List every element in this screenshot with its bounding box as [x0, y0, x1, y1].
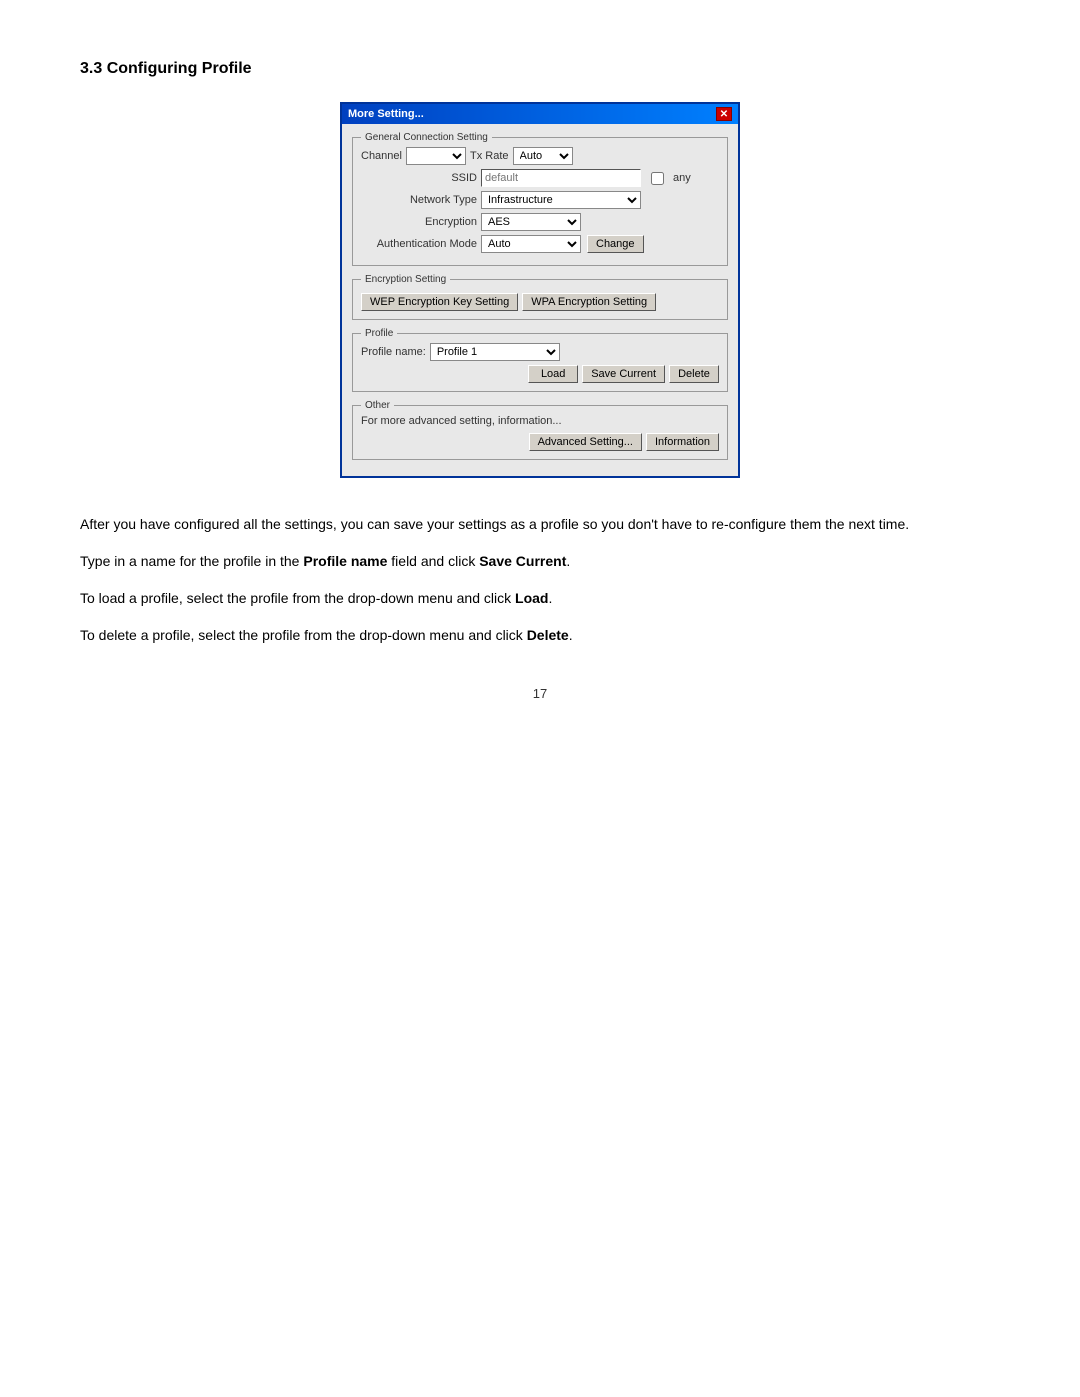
auth-mode-label: Authentication Mode — [361, 238, 481, 250]
load-button[interactable]: Load — [528, 365, 578, 383]
save-current-bold: Save Current — [479, 553, 566, 569]
paragraph-4: To delete a profile, select the profile … — [80, 625, 1000, 646]
channel-select[interactable] — [406, 147, 466, 165]
paragraph-2: Type in a name for the profile in the Pr… — [80, 551, 1000, 572]
tx-rate-label: Tx Rate — [470, 150, 509, 162]
encryption-select[interactable]: AES — [481, 213, 581, 231]
dialog-close-button[interactable]: ✕ — [716, 107, 732, 121]
ssid-input[interactable] — [481, 169, 641, 187]
load-bold: Load — [515, 590, 548, 606]
body-content: After you have configured all the settin… — [80, 514, 1000, 646]
advanced-setting-button[interactable]: Advanced Setting... — [529, 433, 642, 451]
more-setting-dialog: More Setting... ✕ General Connection Set… — [340, 102, 740, 478]
save-current-button[interactable]: Save Current — [582, 365, 665, 383]
change-button[interactable]: Change — [587, 235, 644, 253]
page-number: 17 — [80, 686, 1000, 701]
network-type-label: Network Type — [361, 194, 481, 206]
tx-rate-select[interactable]: Auto — [513, 147, 573, 165]
profile-button-row: Load Save Current Delete — [361, 365, 719, 383]
network-type-row: Network Type Infrastructure — [361, 191, 719, 209]
other-button-row: Advanced Setting... Information — [361, 433, 719, 451]
profile-fieldset: Profile Profile name: Profile 1 Load Sav… — [352, 328, 728, 392]
wep-wpa-row: WEP Encryption Key Setting WPA Encryptio… — [361, 293, 719, 311]
other-fieldset: Other For more advanced setting, informa… — [352, 400, 728, 460]
channel-label: Channel — [361, 150, 406, 162]
any-label: any — [673, 172, 691, 184]
other-legend: Other — [361, 400, 394, 411]
section-title: Configuring Profile — [107, 60, 252, 77]
auth-mode-select[interactable]: Auto — [481, 235, 581, 253]
any-checkbox[interactable] — [651, 172, 664, 185]
ssid-label: SSID — [361, 172, 481, 184]
general-legend: General Connection Setting — [361, 132, 492, 143]
dialog-title: More Setting... — [348, 108, 424, 120]
encryption-setting-fieldset: Encryption Setting WEP Encryption Key Se… — [352, 274, 728, 320]
auth-mode-row: Authentication Mode Auto Change — [361, 235, 719, 253]
network-type-select[interactable]: Infrastructure — [481, 191, 641, 209]
section-number: 3.3 — [80, 60, 102, 77]
profile-name-bold: Profile name — [303, 553, 387, 569]
encryption-row: Encryption AES — [361, 213, 719, 231]
profile-name-select[interactable]: Profile 1 — [430, 343, 560, 361]
profile-name-row: Profile name: Profile 1 — [361, 343, 719, 361]
section-heading: 3.3 Configuring Profile — [80, 60, 1000, 78]
channel-row: Channel Tx Rate Auto — [361, 147, 719, 165]
information-button[interactable]: Information — [646, 433, 719, 451]
dialog-body: General Connection Setting Channel Tx Ra… — [342, 124, 738, 476]
encryption-label: Encryption — [361, 216, 481, 228]
dialog-titlebar: More Setting... ✕ — [342, 104, 738, 124]
dialog-wrapper: More Setting... ✕ General Connection Set… — [80, 102, 1000, 478]
encryption-legend: Encryption Setting — [361, 274, 450, 285]
wep-key-setting-button[interactable]: WEP Encryption Key Setting — [361, 293, 518, 311]
other-description: For more advanced setting, information..… — [361, 415, 719, 427]
general-connection-fieldset: General Connection Setting Channel Tx Ra… — [352, 132, 728, 266]
paragraph-3: To load a profile, select the profile fr… — [80, 588, 1000, 609]
profile-select-wrapper: Profile 1 — [430, 343, 560, 361]
profile-name-label: Profile name: — [361, 346, 430, 358]
delete-bold: Delete — [527, 627, 569, 643]
delete-button[interactable]: Delete — [669, 365, 719, 383]
ssid-row: SSID any — [361, 169, 719, 187]
paragraph-1: After you have configured all the settin… — [80, 514, 1000, 535]
wpa-encryption-button[interactable]: WPA Encryption Setting — [522, 293, 656, 311]
profile-legend: Profile — [361, 328, 397, 339]
